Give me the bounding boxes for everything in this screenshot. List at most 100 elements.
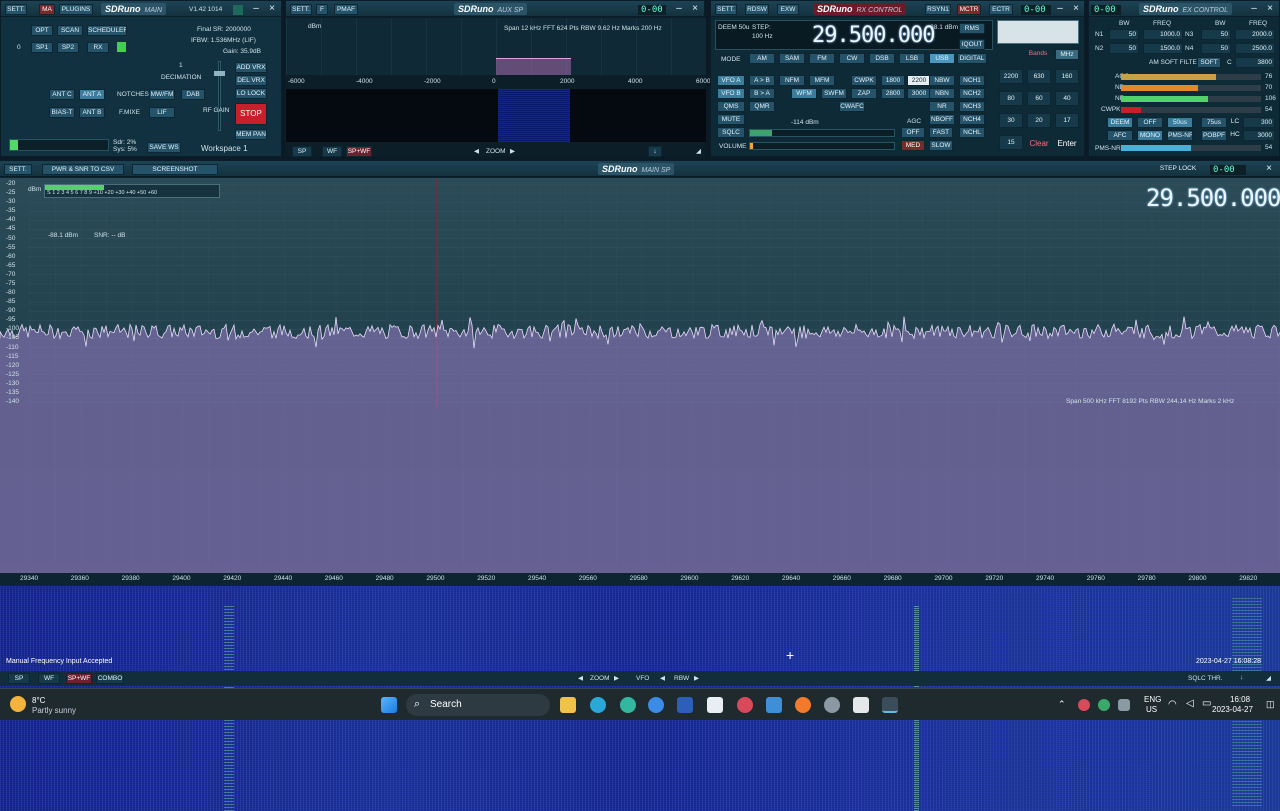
clear-button[interactable]: Clear [1027, 137, 1051, 152]
aux-resize-icon[interactable]: ◢ [696, 147, 701, 155]
main-spwf-button[interactable]: SP+WF [66, 673, 92, 684]
keypad-key-30[interactable]: 30 [999, 113, 1023, 128]
ant-c-button[interactable]: ANT C [49, 89, 75, 100]
vfo-b-button[interactable]: VFO B [717, 88, 745, 99]
keypad-key-2200[interactable]: 2200 [999, 69, 1023, 84]
settings-gear-icon[interactable] [824, 697, 840, 713]
n3-bw-field[interactable]: 50 [1201, 29, 1231, 40]
main-big-frequency[interactable]: 29.500.000 [1146, 184, 1280, 212]
region-label[interactable]: US [1146, 705, 1157, 714]
filter-3000-button[interactable]: 3000 [907, 88, 931, 99]
mode-am-button[interactable]: AM [749, 53, 775, 64]
notch-nch1-button[interactable]: NCH1 [959, 75, 985, 86]
sdruno-taskbar-icon[interactable] [882, 697, 898, 713]
n4-bw-field[interactable]: 50 [1201, 43, 1231, 54]
agc-slow-button[interactable]: SLOW [929, 140, 953, 151]
soft-button[interactable]: SOFT [1197, 57, 1221, 68]
nchl-button[interactable]: NCHL [959, 127, 985, 138]
rsyn1-button[interactable]: RSYN1 [925, 4, 951, 15]
nr-nr-button[interactable]: NR [929, 101, 955, 112]
nr-nbn-button[interactable]: NBN [929, 88, 955, 99]
filter-2800-button[interactable]: 2800 [881, 88, 905, 99]
ex-fm-75us-button[interactable]: 75us [1201, 117, 1227, 128]
step-lock-button[interactable]: STEP LOCK [1150, 164, 1206, 175]
keypad-key-630[interactable]: 630 [1027, 69, 1051, 84]
agc-fast-button[interactable]: FAST [929, 127, 953, 138]
aux-close-icon[interactable]: × [690, 4, 700, 14]
edge-dev-icon[interactable] [620, 697, 636, 713]
cw-cwafc-button[interactable]: CWAFC [839, 101, 865, 112]
ex-pobpf-button[interactable]: POBPF [1201, 130, 1227, 141]
rdsw-button[interactable]: RDSW [745, 4, 769, 15]
ma-button[interactable]: MA [39, 4, 55, 15]
ex-cwpk-slider[interactable] [1121, 107, 1261, 113]
main-sp-button[interactable]: SP [8, 673, 30, 684]
c-field[interactable]: 3800 [1235, 57, 1275, 68]
ant-b-button[interactable]: ANT B [79, 107, 105, 118]
tray-chevron-icon[interactable]: ⌃ [1058, 699, 1066, 710]
step-value[interactable]: 100 Hz [752, 33, 773, 40]
rbw-right-icon[interactable]: ▶ [694, 674, 699, 682]
squelch-slider[interactable] [749, 129, 895, 137]
mute-button[interactable]: MUTE [717, 114, 745, 125]
language-label[interactable]: ENG [1144, 695, 1161, 704]
zoom-left-icon[interactable]: ◀ [578, 674, 583, 682]
close-icon[interactable]: × [267, 4, 277, 14]
ex-fm-deem-button[interactable]: DEEM [1107, 117, 1133, 128]
zoom-right-icon[interactable]: ▶ [614, 674, 619, 682]
fm-swfm-button[interactable]: SWFM [821, 88, 847, 99]
rx-minimize-icon[interactable]: – [1055, 4, 1065, 14]
n3-freq-field[interactable]: 2000.0 [1235, 29, 1275, 40]
nr-nboff-button[interactable]: NBOFF [929, 114, 955, 125]
pwr-snr-csv-button[interactable]: PWR & SNR TO CSV [42, 164, 124, 175]
main-combo-button[interactable]: COMBO [96, 673, 124, 684]
rx-frequency[interactable]: 29.500.000 [812, 23, 935, 48]
main-wf-button[interactable]: WF [38, 673, 60, 684]
lo-lock-button[interactable]: LO LOCK [235, 88, 267, 99]
agc-med-button[interactable]: MED [901, 140, 925, 151]
weather-icon[interactable] [10, 696, 26, 712]
keypad-key-20[interactable]: 20 [1027, 113, 1051, 128]
mctr-button[interactable]: MCTR [957, 4, 981, 15]
b-to-a-button[interactable]: B > A [749, 88, 775, 99]
mode-cw-button[interactable]: CW [839, 53, 865, 64]
aux-arrow-button[interactable]: ↓ [648, 146, 662, 157]
mem-pan-button[interactable]: MEM PAN [235, 129, 267, 140]
cw-zap-button[interactable]: ZAP [851, 88, 877, 99]
aux-pmaf-button[interactable]: PMAF [334, 4, 358, 15]
digital-button[interactable]: DIGITAL [957, 53, 987, 64]
a-to-b-button[interactable]: A > B [749, 75, 775, 86]
word-icon[interactable] [677, 697, 693, 713]
save-ws-button[interactable]: SAVE WS [147, 142, 181, 153]
clock-time[interactable]: 16:08 [1230, 695, 1250, 704]
keypad-key-17[interactable]: 17 [1055, 113, 1079, 128]
rbw-left-icon[interactable]: ◀ [660, 674, 665, 682]
ex-agc-slider[interactable] [1121, 74, 1261, 80]
edge-icon[interactable] [590, 697, 606, 713]
filter-2200-button[interactable]: 2200 [907, 75, 931, 86]
notch-nch2-button[interactable]: NCH2 [959, 88, 985, 99]
keypad-key-60[interactable]: 60 [1027, 91, 1051, 106]
ex-nr-slider[interactable] [1121, 96, 1261, 102]
mhz-button[interactable]: MHz [1055, 49, 1079, 60]
screenshot-button[interactable]: SCREENSHOT [132, 164, 218, 175]
bias-t-button[interactable]: BIAS-T [49, 107, 75, 118]
freq-display[interactable]: DEEM 50u STEP: 100 Hz 29.500.000 -88.1 d… [715, 20, 993, 50]
sett-button[interactable]: SETT. [5, 4, 27, 15]
sp1-button[interactable]: SP1 [31, 42, 53, 53]
minimize-icon[interactable]: – [251, 4, 261, 14]
rx-sett-button[interactable]: SETT. [715, 4, 737, 15]
pms-nr-slider[interactable] [1121, 145, 1261, 151]
tray-icon-2[interactable] [1098, 699, 1110, 711]
start-icon[interactable] [381, 697, 397, 713]
tray-icon-1[interactable] [1078, 699, 1090, 711]
ex-nb-slider[interactable] [1121, 85, 1261, 91]
main-spectrum-display[interactable]: S 1 2 3 4 5 6 7 8 9 +10 +20 +30 +40 +50 … [0, 178, 1280, 573]
mode-usb-button[interactable]: USB [929, 53, 955, 64]
lif-button[interactable]: LIF [149, 107, 175, 118]
ex-pms-nr-button[interactable]: PMS-NR [1167, 130, 1193, 141]
aux-f-button[interactable]: F [316, 4, 328, 15]
notch-nch4-button[interactable]: NCH4 [959, 114, 985, 125]
ant-a-button[interactable]: ANT A [79, 89, 105, 100]
sp2-button[interactable]: SP2 [57, 42, 79, 53]
